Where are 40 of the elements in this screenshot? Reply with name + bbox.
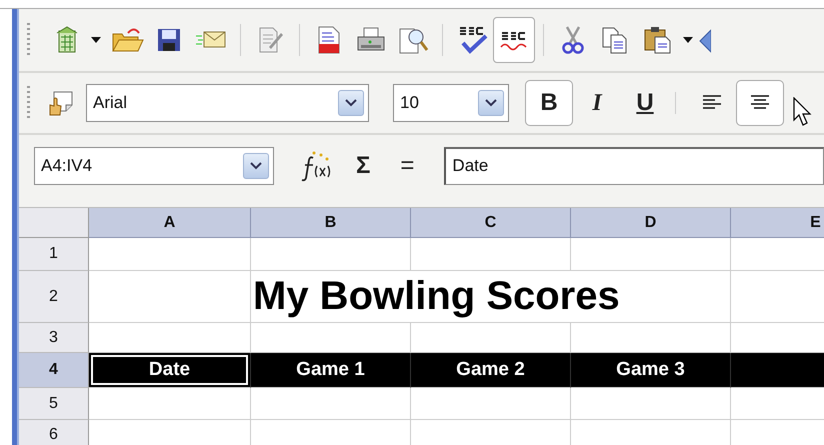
bold-button[interactable]: B bbox=[525, 80, 573, 126]
toolbar-grip[interactable] bbox=[27, 86, 30, 120]
caret-icon[interactable] bbox=[683, 37, 693, 43]
align-center-button[interactable] bbox=[736, 80, 784, 126]
sheet-title[interactable]: My Bowling Scores bbox=[251, 271, 731, 323]
sum-button[interactable]: Σ bbox=[356, 152, 370, 180]
row-header[interactable]: 2 bbox=[19, 271, 89, 323]
dropdown-icon[interactable] bbox=[478, 90, 504, 116]
align-center-icon bbox=[749, 94, 771, 112]
align-left-icon bbox=[701, 94, 723, 112]
caret-icon[interactable] bbox=[91, 37, 101, 43]
italic-button[interactable]: I bbox=[573, 80, 621, 126]
dropdown-icon[interactable] bbox=[243, 153, 269, 179]
autospell-button[interactable] bbox=[493, 17, 535, 63]
scissors-icon bbox=[560, 25, 586, 55]
column-header[interactable]: E bbox=[731, 208, 824, 238]
table-cell[interactable]: Game 1 bbox=[251, 353, 411, 388]
row-header[interactable]: 5 bbox=[19, 388, 89, 420]
font-name-field[interactable]: Arial bbox=[86, 84, 369, 122]
column-header[interactable]: D bbox=[571, 208, 731, 238]
column-header[interactable]: B bbox=[251, 208, 411, 238]
table-cell[interactable]: Game 3 bbox=[571, 353, 731, 388]
row-header[interactable]: 4 bbox=[19, 353, 89, 388]
row-header[interactable]: 1 bbox=[19, 238, 89, 271]
font-size-field[interactable]: 10 bbox=[393, 84, 509, 122]
pdf-document-icon bbox=[316, 25, 342, 55]
column-header[interactable]: C bbox=[411, 208, 571, 238]
select-all-corner[interactable] bbox=[19, 208, 89, 238]
function-button[interactable]: = bbox=[400, 152, 414, 180]
dropdown-icon[interactable] bbox=[338, 90, 364, 116]
table-cell[interactable]: Game 2 bbox=[411, 353, 571, 388]
underline-button[interactable]: U bbox=[621, 80, 669, 126]
column-header[interactable]: A bbox=[89, 208, 251, 238]
row-header[interactable]: 6 bbox=[19, 420, 89, 445]
table-cell[interactable]: Date bbox=[89, 353, 251, 388]
toolbar-grip[interactable] bbox=[27, 23, 30, 57]
mouse-pointer-icon bbox=[793, 97, 813, 127]
clipboard-icon bbox=[643, 25, 673, 55]
row-header[interactable]: 3 bbox=[19, 323, 89, 353]
name-box[interactable]: A4:IV4 bbox=[34, 147, 274, 185]
